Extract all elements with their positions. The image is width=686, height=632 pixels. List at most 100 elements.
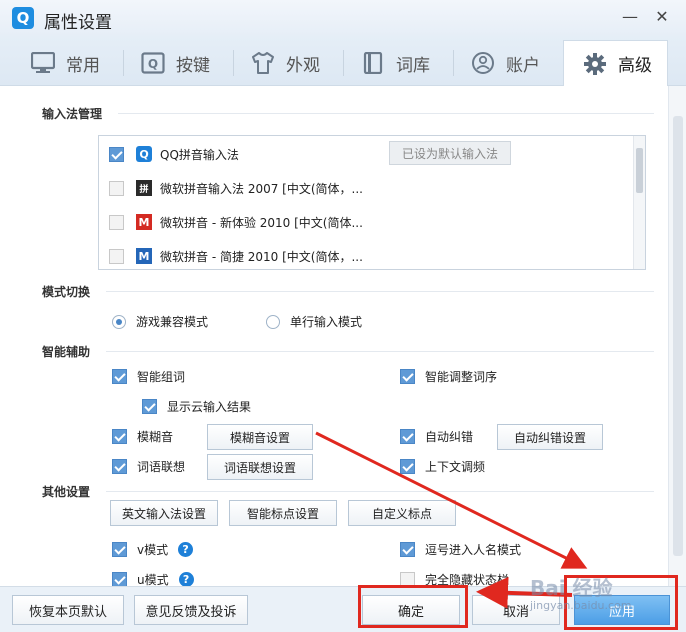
- checkbox[interactable]: [400, 459, 415, 474]
- tab-dictionary[interactable]: 词库: [360, 40, 430, 86]
- checkbox-label: 模糊音: [137, 430, 174, 444]
- fuzzy-settings-button[interactable]: 模糊音设置: [207, 424, 313, 450]
- checkbox[interactable]: [112, 369, 127, 384]
- checkbox-comma-name[interactable]: 逗号进入人名模式: [400, 541, 521, 558]
- checkbox-smart-phrase[interactable]: 智能组词: [112, 368, 185, 385]
- radio-label: 单行输入模式: [290, 315, 363, 329]
- checkbox-u-mode[interactable]: u模式 ?: [112, 571, 194, 586]
- checkbox[interactable]: [400, 572, 415, 586]
- list-scrollbar[interactable]: [633, 136, 645, 269]
- en-ime-settings-button[interactable]: 英文输入法设置: [110, 500, 218, 526]
- minimize-button[interactable]: —: [618, 6, 642, 28]
- checkbox[interactable]: [112, 572, 127, 586]
- ime-name: 微软拼音 - 新体验 2010 [中文(简体...: [160, 215, 363, 230]
- checkbox-context-adjust[interactable]: 上下文调频: [400, 458, 485, 475]
- checkbox-label: u模式: [137, 573, 169, 586]
- qq-pinyin-logo-icon: Q: [12, 7, 34, 29]
- section-title-mode-switch: 模式切换: [42, 285, 91, 299]
- radio-label: 游戏兼容模式: [136, 315, 209, 329]
- help-icon[interactable]: ?: [178, 572, 194, 586]
- ms-pinyin-new-icon: M: [136, 214, 152, 230]
- ime-name: 微软拼音 - 简捷 2010 [中文(简体，...: [160, 249, 363, 264]
- window-title: 属性设置: [44, 13, 112, 33]
- checkbox[interactable]: [112, 542, 127, 557]
- checkbox-label: 智能组词: [137, 370, 186, 384]
- tab-advanced[interactable]: 高级: [563, 40, 668, 86]
- checkbox-label: 上下文调频: [425, 460, 486, 474]
- tab-account[interactable]: 账户: [470, 40, 540, 86]
- tab-label: 高级: [618, 56, 652, 76]
- checkbox-smart-adjust[interactable]: 智能调整词序: [400, 368, 497, 385]
- monitor-icon: [30, 50, 56, 76]
- title-bar: Q 属性设置 — ✕: [0, 0, 686, 36]
- ms-pinyin-2007-icon: 拼: [136, 180, 152, 196]
- book-icon: [360, 50, 386, 76]
- checkbox[interactable]: [112, 459, 127, 474]
- ime-name: 微软拼音输入法 2007 [中文(简体，...: [160, 181, 363, 196]
- checkbox-label: 智能调整词序: [425, 370, 498, 384]
- gear-icon: [582, 51, 608, 77]
- section-title-smart-assist: 智能辅助: [42, 345, 91, 359]
- ime-list[interactable]: Q QQ拼音输入法 已设为默认输入法 拼 微软拼音输入法 2007 [中文(简体…: [98, 135, 646, 270]
- restore-defaults-button[interactable]: 恢复本页默认: [12, 595, 124, 625]
- list-item[interactable]: M 微软拼音 - 简捷 2010 [中文(简体，...: [109, 245, 363, 267]
- checkbox-auto-correct[interactable]: 自动纠错: [400, 428, 473, 445]
- watermark-url: jingyan.baidu.com: [530, 599, 632, 612]
- qq-pinyin-icon: Q: [136, 146, 152, 162]
- auto-correct-settings-button[interactable]: 自动纠错设置: [497, 424, 603, 450]
- checkbox-label: 完全隐藏状态栏: [425, 573, 510, 586]
- list-item[interactable]: 拼 微软拼音输入法 2007 [中文(简体，...: [109, 177, 363, 199]
- checkbox[interactable]: [400, 429, 415, 444]
- radio-game-compat[interactable]: 游戏兼容模式: [112, 313, 208, 330]
- checkbox-fuzzy[interactable]: 模糊音: [112, 428, 173, 445]
- ime-checkbox[interactable]: [109, 180, 124, 196]
- checkbox[interactable]: [142, 399, 157, 414]
- list-item[interactable]: Q QQ拼音输入法: [109, 143, 239, 165]
- list-scrollbar-thumb[interactable]: [636, 148, 643, 193]
- smart-punct-settings-button[interactable]: 智能标点设置: [229, 500, 337, 526]
- ime-checkbox[interactable]: [109, 248, 124, 264]
- tab-label: 按键: [176, 55, 210, 76]
- scrollbar-thumb[interactable]: [673, 116, 683, 556]
- ok-button[interactable]: 确定: [362, 595, 460, 625]
- tab-divider: [233, 50, 234, 76]
- tab-common[interactable]: 常用: [30, 40, 100, 86]
- checkbox[interactable]: [400, 542, 415, 557]
- radio-button[interactable]: [112, 314, 126, 329]
- word-assoc-settings-button[interactable]: 词语联想设置: [207, 454, 313, 480]
- checkbox-label: v模式: [137, 543, 169, 557]
- close-button[interactable]: ✕: [650, 6, 674, 28]
- checkbox[interactable]: [112, 429, 127, 444]
- radio-button[interactable]: [266, 314, 280, 329]
- content-scrollbar[interactable]: [668, 86, 686, 586]
- feedback-button[interactable]: 意见反馈及投诉: [134, 595, 248, 625]
- settings-content: 输入法管理 Q QQ拼音输入法 已设为默认输入法 拼 微软拼音输入法 2007 …: [0, 86, 668, 586]
- ime-checkbox[interactable]: [109, 146, 124, 162]
- set-default-ime-button[interactable]: 已设为默认输入法: [389, 141, 511, 165]
- checkbox-label: 词语联想: [137, 460, 186, 474]
- tab-keys[interactable]: Q 按键: [140, 40, 210, 86]
- help-icon[interactable]: ?: [178, 542, 194, 557]
- radio-single-line[interactable]: 单行输入模式: [266, 313, 362, 330]
- checkbox-label: 自动纠错: [425, 430, 474, 444]
- svg-text:Q: Q: [148, 57, 158, 71]
- list-item[interactable]: M 微软拼音 - 新体验 2010 [中文(简体...: [109, 211, 363, 233]
- tab-label: 词库: [396, 55, 430, 76]
- baidu-watermark: Bai 经验 jingyan.baidu.com: [530, 572, 632, 612]
- custom-punct-button[interactable]: 自定义标点: [348, 500, 456, 526]
- user-icon: [470, 50, 496, 76]
- checkbox[interactable]: [400, 369, 415, 384]
- tab-label: 账户: [506, 55, 540, 76]
- section-title-input-manager: 输入法管理: [42, 107, 103, 121]
- ime-checkbox[interactable]: [109, 214, 124, 230]
- watermark-text: Bai 经验: [530, 576, 613, 600]
- checkbox-hide-status[interactable]: 完全隐藏状态栏: [400, 571, 509, 586]
- checkbox-word-assoc[interactable]: 词语联想: [112, 458, 185, 475]
- checkbox-show-cloud[interactable]: 显示云输入结果: [142, 398, 251, 415]
- tab-divider: [123, 50, 124, 76]
- section-title-other-settings: 其他设置: [42, 485, 91, 499]
- tab-label: 外观: [286, 55, 320, 76]
- tab-divider: [343, 50, 344, 76]
- tab-appearance[interactable]: 外观: [250, 40, 320, 86]
- checkbox-v-mode[interactable]: v模式 ?: [112, 541, 194, 558]
